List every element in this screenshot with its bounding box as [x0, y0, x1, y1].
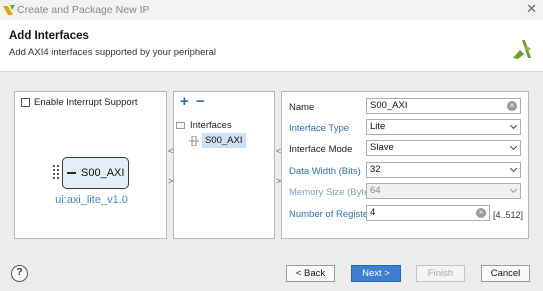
- num-registers-range: [4..512]: [493, 210, 524, 220]
- data-width-select[interactable]: 32: [366, 162, 521, 178]
- clear-icon[interactable]: ×: [507, 101, 517, 111]
- close-icon[interactable]: ✕: [526, 2, 537, 16]
- title-bar: Create and Package New IP ✕: [0, 0, 543, 20]
- page-subtitle: Add AXI4 interfaces supported by your pe…: [9, 47, 217, 58]
- ip-component-name: ui:axi_lite_v1.0: [55, 194, 128, 206]
- help-button[interactable]: ?: [11, 265, 28, 282]
- back-button[interactable]: < Back: [286, 265, 335, 282]
- tree-root-interfaces[interactable]: Interfaces: [176, 120, 232, 131]
- ip-block[interactable]: S00_AXI: [62, 157, 129, 189]
- interrupt-checkbox[interactable]: Enable Interrupt Support: [21, 97, 138, 108]
- memory-size-label: Memory Size (Bytes): [289, 187, 378, 198]
- interface-mode-select[interactable]: Slave: [366, 140, 521, 156]
- checkbox-box[interactable]: [21, 98, 30, 107]
- chevron-down-icon: [509, 185, 518, 194]
- memory-size-value: 64: [370, 185, 381, 196]
- name-field[interactable]: S00_AXI ×: [366, 98, 521, 114]
- chevron-down-icon: [509, 121, 518, 130]
- num-registers-field[interactable]: 4 ×: [366, 205, 490, 221]
- folder-icon: [176, 122, 185, 129]
- tree-item-s00-axi[interactable]: S00_AXI: [189, 133, 246, 148]
- interfaces-panel: + − Interfaces S00_AXI: [173, 91, 275, 239]
- next-button[interactable]: Next >: [351, 265, 401, 282]
- interface-type-label: Interface Type: [289, 123, 350, 134]
- interface-properties-panel: Name S00_AXI × Interface Type Lite Inter…: [281, 91, 529, 239]
- xilinx-logo-icon: [513, 40, 531, 59]
- interface-type-value: Lite: [370, 121, 386, 132]
- interface-type-select[interactable]: Lite: [366, 119, 521, 135]
- finish-button: Finish: [416, 265, 465, 282]
- interface-mode-label: Interface Mode: [289, 144, 353, 155]
- num-registers-value: 4: [370, 207, 376, 218]
- chevron-down-icon: [509, 142, 518, 151]
- chevron-down-icon: [509, 164, 518, 173]
- remove-interface-button[interactable]: −: [196, 94, 205, 110]
- tree-root-label: Interfaces: [190, 120, 232, 131]
- add-interface-button[interactable]: +: [180, 94, 189, 110]
- name-label: Name: [289, 102, 315, 113]
- cancel-button[interactable]: Cancel: [481, 265, 530, 282]
- tree-item-label: S00_AXI: [202, 133, 246, 148]
- memory-size-select: 64: [366, 183, 521, 199]
- num-registers-label: Number of Registers: [289, 209, 377, 220]
- ip-interface-name: S00_AXI: [81, 167, 125, 179]
- vivado-logo-icon: [3, 5, 15, 15]
- window-title: Create and Package New IP: [17, 4, 150, 16]
- interrupt-checkbox-label: Enable Interrupt Support: [34, 97, 138, 108]
- interface-mode-value: Slave: [370, 142, 394, 153]
- page-header: Add Interfaces Add AXI4 interfaces suppo…: [0, 20, 543, 72]
- data-width-value: 32: [370, 164, 381, 175]
- clear-icon[interactable]: ×: [476, 208, 486, 218]
- collapse-icon[interactable]: [67, 172, 76, 174]
- data-width-label: Data Width (Bits): [289, 166, 361, 177]
- name-value: S00_AXI: [370, 100, 408, 111]
- page-title: Add Interfaces: [9, 30, 89, 42]
- interface-plug-icon: [189, 135, 199, 146]
- bus-pin-icon: [53, 165, 61, 179]
- ip-symbol-panel: Enable Interrupt Support S00_AXI ui:axi_…: [14, 91, 167, 239]
